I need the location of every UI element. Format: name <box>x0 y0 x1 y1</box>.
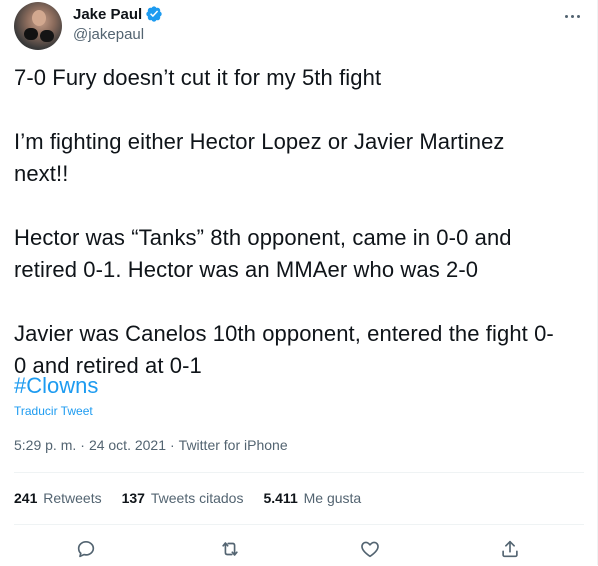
like-button[interactable] <box>357 536 383 562</box>
translate-tweet-link[interactable]: Traducir Tweet <box>14 404 93 418</box>
reply-button[interactable] <box>73 536 99 562</box>
meta-separator: · <box>80 437 85 453</box>
quotes-label: Tweets citados <box>150 490 244 506</box>
tweet-header: Jake Paul @jakepaul <box>14 0 584 56</box>
author-handle[interactable]: @jakepaul <box>73 26 163 43</box>
tweet-stats: 241 Retweets 137 Tweets citados 5.411 Me… <box>14 490 381 506</box>
divider <box>14 524 584 525</box>
retweet-icon <box>222 542 238 556</box>
tweet-text: 7-0 Fury doesn’t cut it for my 5th fight… <box>14 65 554 378</box>
tweet-date[interactable]: 24 oct. 2021 <box>89 437 166 453</box>
retweets-stat[interactable]: 241 Retweets <box>14 490 102 506</box>
tweet-actions <box>0 532 598 566</box>
share-button[interactable] <box>497 536 523 562</box>
avatar-head <box>32 10 46 26</box>
author-display-name[interactable]: Jake Paul <box>73 6 142 23</box>
retweets-count: 241 <box>14 490 38 506</box>
share-icon <box>502 540 518 558</box>
heart-icon <box>361 541 379 558</box>
retweets-label: Retweets <box>43 490 102 506</box>
quote-tweets-stat[interactable]: 137 Tweets citados <box>122 490 244 506</box>
tweet-time[interactable]: 5:29 p. m. <box>14 437 76 453</box>
tweet-meta: 5:29 p. m. · 24 oct. 2021 · Twitter for … <box>14 437 288 453</box>
retweet-button[interactable] <box>217 536 243 562</box>
more-horizontal-icon[interactable] <box>562 6 582 26</box>
avatar[interactable] <box>14 2 62 50</box>
verified-badge-icon <box>146 6 162 22</box>
avatar-glove-right <box>40 30 54 42</box>
tweet-source[interactable]: Twitter for iPhone <box>179 437 288 453</box>
likes-label: Me gusta <box>303 490 362 506</box>
meta-separator: · <box>170 437 175 453</box>
author-info[interactable]: Jake Paul @jakepaul <box>73 4 163 43</box>
avatar-glove-left <box>24 28 38 40</box>
likes-count: 5.411 <box>263 490 298 506</box>
likes-stat[interactable]: 5.411 Me gusta <box>263 490 361 506</box>
hashtag-link[interactable]: #Clowns <box>14 370 98 402</box>
reply-icon <box>77 541 95 558</box>
quotes-count: 137 <box>121 490 145 506</box>
divider <box>14 472 584 473</box>
